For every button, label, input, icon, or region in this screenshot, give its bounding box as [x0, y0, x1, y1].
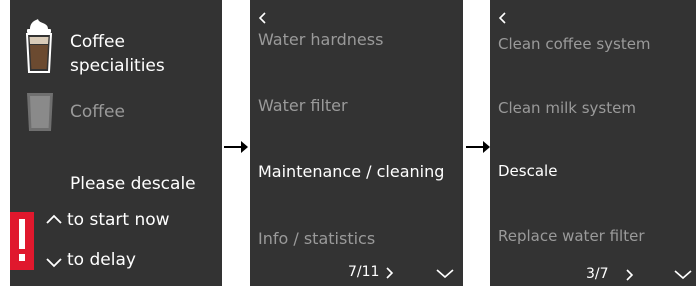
- settings-menu-screen: Water hardness Water filter Maintenance …: [250, 0, 463, 286]
- chevron-right-icon[interactable]: [386, 267, 394, 279]
- start-now-action[interactable]: to start now: [67, 210, 170, 230]
- menu-item-water-hardness[interactable]: Water hardness: [258, 30, 383, 49]
- maintenance-menu-screen: Clean coffee system Clean milk system De…: [490, 0, 696, 286]
- arrow-right-icon: [466, 141, 490, 153]
- chevron-left-icon[interactable]: [498, 12, 506, 24]
- menu-item-coffee[interactable]: Coffee: [70, 102, 125, 122]
- delay-action[interactable]: to delay: [67, 250, 136, 270]
- chevron-down-icon[interactable]: [46, 258, 62, 268]
- menu-item-descale[interactable]: Descale: [498, 162, 557, 180]
- menu-item-label-line2: specialities: [70, 56, 165, 76]
- menu-item-label-line1: Coffee: [70, 32, 125, 52]
- page-indicator: 3/7: [586, 266, 609, 282]
- chevron-down-icon[interactable]: [436, 269, 454, 279]
- coffee-glass-icon: [27, 93, 53, 131]
- menu-item-clean-coffee-system[interactable]: Clean coffee system: [498, 35, 651, 53]
- menu-item-water-filter[interactable]: Water filter: [258, 96, 348, 115]
- exclamation-icon: [10, 212, 34, 270]
- chevron-left-icon[interactable]: [258, 12, 266, 24]
- descale-message: Please descale: [70, 174, 196, 194]
- chevron-down-icon[interactable]: [674, 270, 692, 280]
- coffee-specialities-cup-icon: [25, 19, 53, 73]
- chevron-right-icon[interactable]: [626, 269, 634, 281]
- page-indicator: 7/11: [348, 264, 380, 280]
- menu-item-clean-milk-system[interactable]: Clean milk system: [498, 99, 636, 117]
- arrow-right-icon: [224, 141, 248, 153]
- home-screen: Coffee specialities Coffee Please descal…: [10, 0, 222, 286]
- menu-item-replace-water-filter[interactable]: Replace water filter: [498, 227, 645, 245]
- menu-item-maintenance-cleaning[interactable]: Maintenance / cleaning: [258, 162, 444, 181]
- menu-item-coffee-specialities[interactable]: Coffee specialities: [70, 30, 165, 78]
- menu-item-info-statistics[interactable]: Info / statistics: [258, 229, 375, 248]
- chevron-up-icon[interactable]: [46, 214, 62, 224]
